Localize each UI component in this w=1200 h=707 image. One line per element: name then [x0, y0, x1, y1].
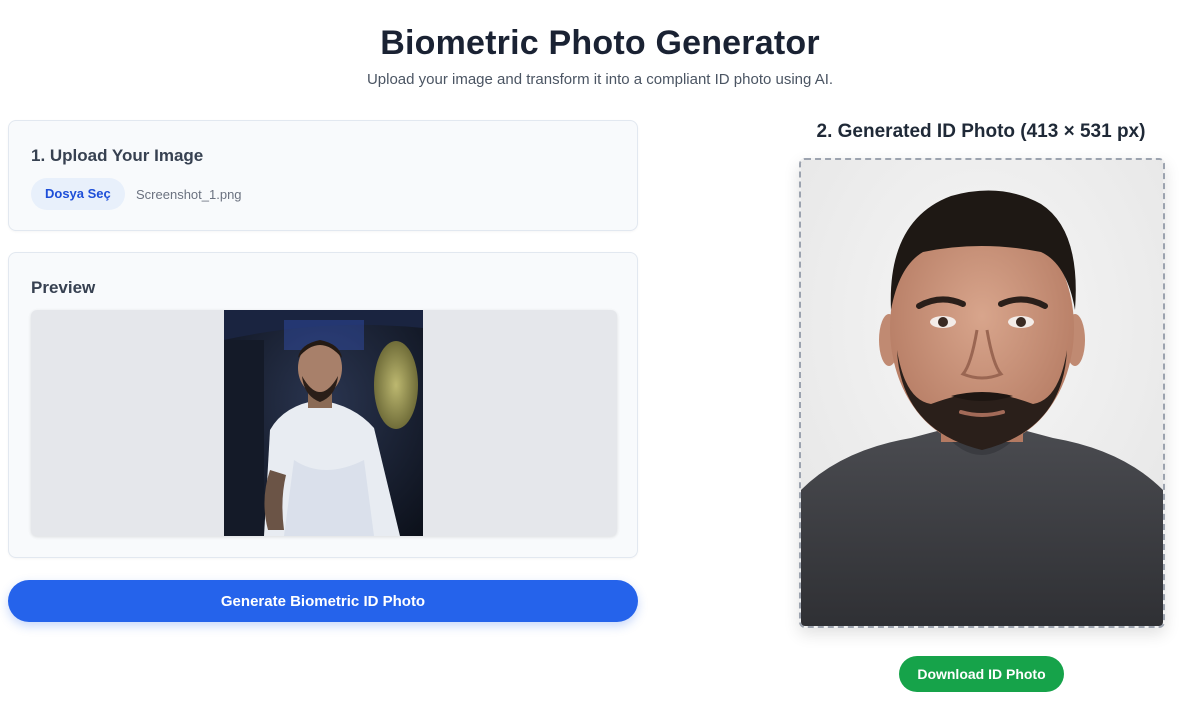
- preview-card-title: Preview: [31, 278, 96, 297]
- generated-photo-title: 2. Generated ID Photo (413 × 531 px): [816, 121, 1146, 142]
- preview-image: [224, 310, 423, 536]
- choose-file-button[interactable]: Dosya Seç: [31, 178, 125, 210]
- generated-id-photo: [801, 160, 1163, 626]
- preview-area: [31, 310, 617, 536]
- page-subtitle: Upload your image and transform it into …: [366, 71, 834, 88]
- download-photo-button[interactable]: Download ID Photo: [899, 656, 1064, 692]
- generated-photo-frame: [799, 158, 1165, 628]
- generate-photo-button[interactable]: Generate Biometric ID Photo: [8, 580, 638, 622]
- upload-card-title: 1. Upload Your Image: [31, 146, 204, 165]
- upload-card: 1. Upload Your Image Dosya Seç Screensho…: [8, 120, 638, 231]
- page-title: Biometric Photo Generator: [380, 24, 820, 62]
- preview-card: Preview: [8, 252, 638, 558]
- selected-file-name: Screenshot_1.png: [136, 187, 242, 202]
